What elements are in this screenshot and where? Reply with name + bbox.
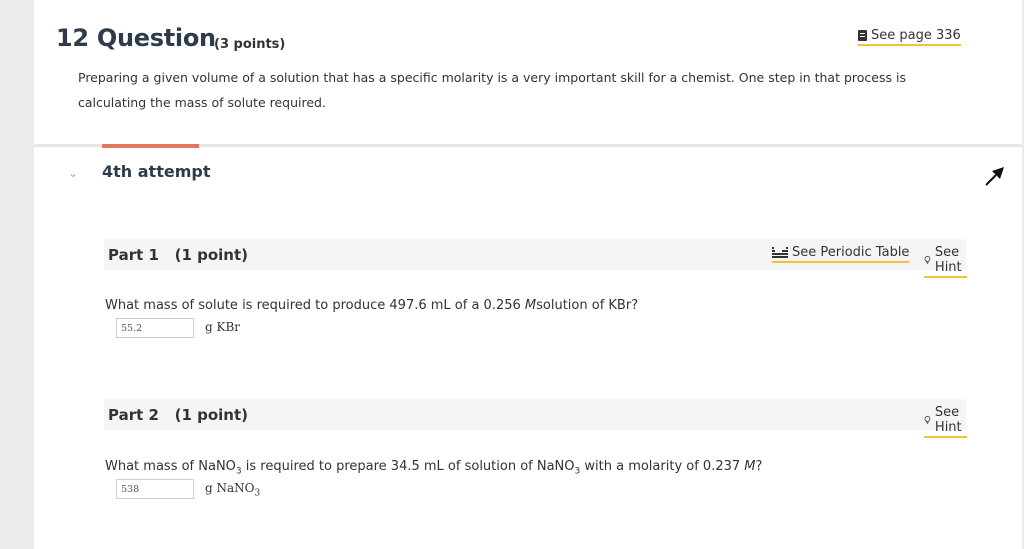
- see-page-link[interactable]: See page 336: [858, 28, 961, 46]
- periodic-table-icon: [772, 246, 788, 258]
- book-icon: [858, 30, 867, 41]
- see-periodic-table-label: See Periodic Table: [792, 245, 910, 260]
- question-points: (3 points): [214, 37, 286, 52]
- see-hint-label: See Hint: [934, 405, 962, 435]
- part-1-see-hint-link[interactable]: See Hint: [924, 245, 967, 278]
- question-card: 12 Question (3 points) See page 336 Prep…: [34, 0, 1022, 549]
- part-1-answer-input[interactable]: [116, 318, 194, 338]
- see-page-label: See page 336: [871, 28, 961, 43]
- see-hint-label: See Hint: [934, 245, 962, 275]
- molarity-unit: M: [524, 298, 537, 313]
- part-2-question-c: with a molarity of 0.237: [580, 459, 745, 474]
- lightbulb-icon: [924, 255, 931, 264]
- part-2-question-a: What mass of NaNO: [105, 459, 236, 474]
- subscript: 3: [254, 488, 261, 499]
- part-2-answer-input[interactable]: [116, 479, 194, 499]
- question-title: Question: [96, 24, 216, 52]
- part-2-header: Part 2 (1 point) See Hint: [104, 399, 967, 438]
- chevron-down-icon[interactable]: ⌄: [68, 166, 78, 180]
- lightbulb-icon: [924, 415, 931, 424]
- part-2-question-end: ?: [755, 459, 763, 474]
- part-2-question-b: is required to prepare 34.5 mL of soluti…: [241, 459, 575, 474]
- part-2-unit-text: g NaNO: [205, 481, 255, 495]
- question-intro: Preparing a given volume of a solution t…: [78, 70, 906, 110]
- molarity-unit: M: [744, 459, 756, 474]
- part-1-question-text: What mass of solute is required to produ…: [105, 298, 525, 313]
- part-1-question-suffix: solution of KBr?: [536, 298, 639, 313]
- part-2-title: Part 2 (1 point): [108, 406, 249, 424]
- attempt-indicator-bar: [102, 144, 199, 148]
- attempt-label: 4th attempt: [102, 162, 211, 181]
- part-1-title: Part 1 (1 point): [108, 246, 249, 264]
- see-periodic-table-link[interactable]: See Periodic Table: [772, 245, 910, 263]
- question-heading: 12 Question: [56, 24, 216, 52]
- part-1-unit: g KBr: [205, 320, 241, 334]
- part-2-question: What mass of NaNO3 is required to prepar…: [105, 459, 762, 477]
- part-1-header: Part 1 (1 point) See Periodic Table See …: [104, 239, 967, 278]
- part-2-unit: g NaNO3: [205, 481, 260, 498]
- part-1-question: What mass of solute is required to produ…: [105, 298, 638, 313]
- question-number: 12: [56, 24, 89, 52]
- pin-icon[interactable]: [982, 163, 1010, 187]
- part-2-see-hint-link[interactable]: See Hint: [924, 405, 967, 438]
